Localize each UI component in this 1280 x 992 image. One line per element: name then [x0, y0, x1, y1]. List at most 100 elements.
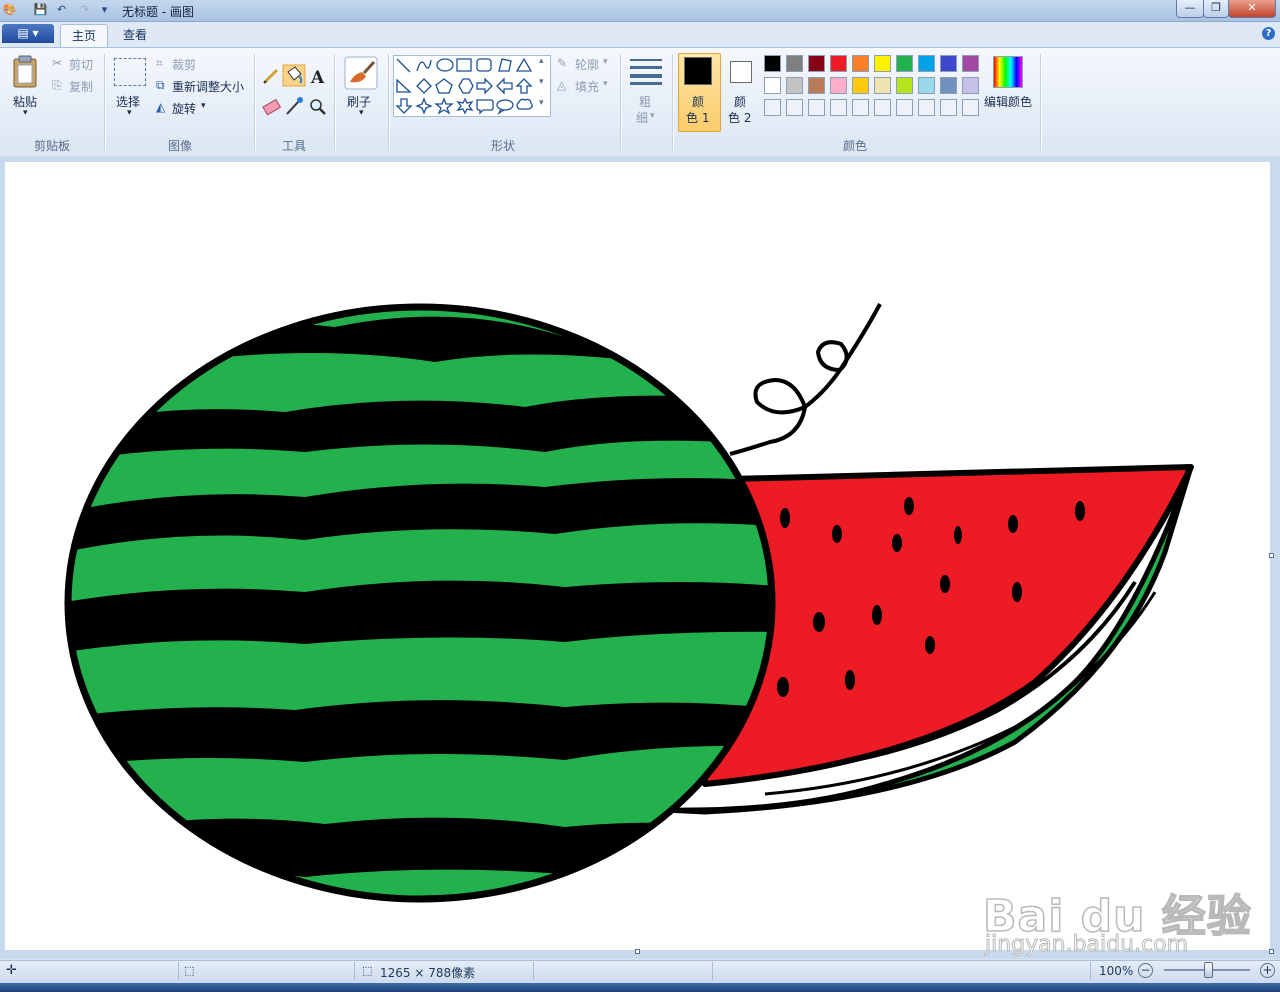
palette-swatch[interactable] — [962, 77, 979, 94]
select-dropdown-icon[interactable]: ▾ — [127, 108, 132, 118]
curve-shape-icon[interactable] — [416, 59, 432, 72]
size-label-line2[interactable]: 细 — [636, 109, 648, 126]
tab-view[interactable]: 查看 — [113, 24, 157, 46]
polygon-shape-icon[interactable] — [498, 58, 512, 72]
cut-icon[interactable]: ✂ — [52, 56, 62, 70]
rounded-rectangle-shape-icon[interactable] — [476, 58, 492, 72]
palette-swatch[interactable] — [896, 77, 913, 94]
rotate-dropdown-icon[interactable]: ▾ — [201, 101, 206, 111]
pentagon-shape-icon[interactable] — [435, 78, 453, 94]
custom-color-slot[interactable] — [940, 99, 957, 116]
fill-icon[interactable]: ◬ — [557, 78, 566, 92]
palette-swatch[interactable] — [830, 55, 847, 72]
rotate-icon[interactable]: ◭ — [156, 100, 165, 114]
palette-swatch[interactable] — [764, 77, 781, 94]
four-point-star-shape-icon[interactable] — [415, 97, 433, 115]
custom-color-slot[interactable] — [786, 99, 803, 116]
copy-button[interactable]: 复制 — [69, 78, 93, 95]
line-size-icon[interactable] — [629, 58, 663, 86]
undo-icon[interactable]: ↶ — [54, 3, 69, 17]
palette-swatch[interactable] — [852, 77, 869, 94]
palette-swatch[interactable] — [918, 77, 935, 94]
pencil-icon[interactable] — [263, 68, 279, 84]
custom-color-slot[interactable] — [808, 99, 825, 116]
palette-swatch[interactable] — [808, 55, 825, 72]
line-shape-icon[interactable] — [396, 58, 411, 73]
color-picker-icon[interactable] — [286, 97, 303, 115]
custom-color-slot[interactable] — [962, 99, 979, 116]
cloud-callout-shape-icon[interactable] — [516, 98, 533, 110]
tab-home[interactable]: 主页 — [60, 24, 108, 47]
zoom-slider-thumb[interactable] — [1204, 962, 1213, 978]
resize-icon[interactable]: ⧉ — [156, 78, 165, 93]
hexagon-shape-icon[interactable] — [458, 78, 474, 94]
palette-swatch[interactable] — [918, 55, 935, 72]
custom-color-slot[interactable] — [918, 99, 935, 116]
custom-color-slot[interactable] — [764, 99, 781, 116]
rotate-button[interactable]: 旋转 — [172, 100, 196, 117]
paste-dropdown-icon[interactable]: ▾ — [23, 108, 28, 118]
palette-swatch[interactable] — [786, 77, 803, 94]
custom-color-slot[interactable] — [874, 99, 891, 116]
resize-handle-corner[interactable] — [1269, 949, 1274, 954]
fill-dropdown-icon[interactable]: ▾ — [603, 79, 608, 89]
brushes-dropdown-icon[interactable]: ▾ — [359, 108, 364, 118]
fill-bucket-icon[interactable] — [282, 64, 306, 87]
custom-color-slot[interactable] — [852, 99, 869, 116]
palette-swatch[interactable] — [786, 55, 803, 72]
customize-quick-access-icon[interactable]: ▾ — [97, 3, 112, 17]
shapes-expand-icon[interactable]: ▾ — [539, 98, 544, 108]
palette-swatch[interactable] — [874, 55, 891, 72]
copy-icon[interactable]: ⎘ — [52, 78, 62, 93]
palette-swatch[interactable] — [764, 55, 781, 72]
palette-swatch[interactable] — [962, 55, 979, 72]
paste-button[interactable] — [10, 55, 42, 91]
palette-swatch[interactable] — [874, 77, 891, 94]
palette-swatch[interactable] — [940, 77, 957, 94]
fill-button[interactable]: 填充 — [575, 78, 599, 95]
crop-icon[interactable]: ⌗ — [156, 56, 163, 71]
select-icon[interactable] — [114, 58, 146, 86]
outline-button[interactable]: 轮廓 — [575, 56, 599, 73]
magnifier-icon[interactable] — [310, 99, 326, 115]
resize-button[interactable]: 重新调整大小 — [172, 78, 244, 95]
oval-callout-shape-icon[interactable] — [496, 99, 514, 115]
minimize-button[interactable]: — — [1176, 0, 1204, 18]
right-arrow-shape-icon[interactable] — [476, 77, 493, 95]
zoom-out-button[interactable]: − — [1138, 963, 1153, 978]
palette-swatch[interactable] — [940, 55, 957, 72]
diamond-shape-icon[interactable] — [416, 78, 432, 94]
up-arrow-shape-icon[interactable] — [515, 78, 533, 94]
shapes-scroll-down-icon[interactable]: ▾ — [539, 77, 544, 87]
close-button[interactable]: ✕ — [1228, 0, 1276, 18]
cut-button[interactable]: 剪切 — [69, 56, 93, 73]
palette-swatch[interactable] — [852, 55, 869, 72]
resize-handle-right[interactable] — [1269, 553, 1274, 558]
right-triangle-shape-icon[interactable] — [396, 78, 412, 93]
custom-color-slot[interactable] — [896, 99, 913, 116]
save-icon[interactable]: 💾 — [33, 3, 48, 17]
app-menu-button[interactable]: ▤ ▾ — [2, 24, 54, 43]
resize-handle-bottom[interactable] — [635, 949, 640, 954]
palette-swatch[interactable] — [896, 55, 913, 72]
text-tool-icon[interactable]: A — [310, 68, 325, 88]
drawing-canvas[interactable] — [5, 162, 1270, 950]
custom-color-slot[interactable] — [830, 99, 847, 116]
zoom-in-button[interactable]: + — [1260, 963, 1275, 978]
brush-icon[interactable] — [344, 56, 378, 90]
oval-shape-icon[interactable] — [436, 58, 454, 72]
size-dropdown-icon[interactable]: ▾ — [650, 111, 655, 121]
five-point-star-shape-icon[interactable] — [434, 97, 454, 115]
rounded-callout-shape-icon[interactable] — [476, 99, 494, 115]
color2-button[interactable] — [730, 61, 752, 83]
edit-colors-button[interactable]: 编辑颜色 — [984, 93, 1032, 110]
help-icon[interactable]: ? — [1262, 27, 1275, 40]
six-point-star-shape-icon[interactable] — [456, 97, 474, 115]
down-arrow-shape-icon[interactable] — [395, 98, 413, 114]
triangle-shape-icon[interactable] — [515, 57, 533, 72]
maximize-button[interactable]: ❐ — [1203, 0, 1229, 18]
left-arrow-shape-icon[interactable] — [496, 77, 513, 95]
eraser-icon[interactable] — [262, 98, 282, 116]
crop-button[interactable]: 裁剪 — [172, 56, 196, 73]
outline-icon[interactable]: ✎ — [557, 56, 567, 70]
